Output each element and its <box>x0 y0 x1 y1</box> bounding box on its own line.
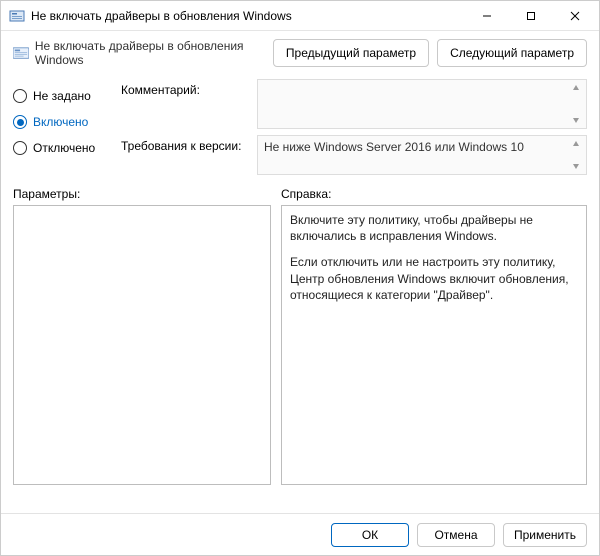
radio-label: Включено <box>33 115 88 129</box>
supported-value: Не ниже Windows Server 2016 или Windows … <box>264 140 524 154</box>
column-labels: Параметры: Справка: <box>1 183 599 205</box>
help-paragraph: Включите эту политику, чтобы драйверы не… <box>290 212 578 244</box>
scroll-up-icon[interactable] <box>570 138 582 150</box>
state-radios: Не задано Включено Отключено <box>13 79 113 175</box>
minimize-button[interactable] <box>465 2 509 30</box>
panes: Включите эту политику, чтобы драйверы не… <box>1 205 599 513</box>
supported-label: Требования к версии: <box>121 135 249 153</box>
options-label: Параметры: <box>13 187 281 201</box>
comment-row: Комментарий: <box>121 79 587 129</box>
radio-icon <box>13 141 27 155</box>
help-pane: Включите эту политику, чтобы драйверы не… <box>281 205 587 485</box>
help-label: Справка: <box>281 187 587 201</box>
window-title: Не включать драйверы в обновления Window… <box>31 9 465 23</box>
maximize-button[interactable] <box>509 2 553 30</box>
supported-spinners <box>570 136 584 174</box>
comment-input[interactable] <box>257 79 587 129</box>
comment-spinners <box>570 80 584 128</box>
next-setting-button[interactable]: Следующий параметр <box>437 39 587 67</box>
radio-icon <box>13 89 27 103</box>
close-button[interactable] <box>553 2 597 30</box>
fields: Комментарий: Требования к версии: Не ниж… <box>121 79 587 175</box>
supported-box: Не ниже Windows Server 2016 или Windows … <box>257 135 587 175</box>
supported-row: Требования к версии: Не ниже Windows Ser… <box>121 135 587 175</box>
cancel-button[interactable]: Отмена <box>417 523 495 547</box>
scroll-up-icon[interactable] <box>570 82 582 94</box>
header: Не включать драйверы в обновления Window… <box>1 31 599 79</box>
radio-enabled[interactable]: Включено <box>13 109 113 135</box>
apply-button[interactable]: Применить <box>503 523 587 547</box>
previous-setting-button[interactable]: Предыдущий параметр <box>273 39 429 67</box>
footer: ОК Отмена Применить <box>1 513 599 555</box>
policy-app-icon <box>9 8 25 24</box>
scroll-down-icon[interactable] <box>570 160 582 172</box>
radio-label: Не задано <box>33 89 91 103</box>
help-paragraph: Если отключить или не настроить эту поли… <box>290 254 578 303</box>
comment-label: Комментарий: <box>121 79 249 97</box>
radio-icon <box>13 115 27 129</box>
policy-editor-window: Не включать драйверы в обновления Window… <box>0 0 600 556</box>
radio-not-configured[interactable]: Не задано <box>13 83 113 109</box>
ok-button[interactable]: ОК <box>331 523 409 547</box>
titlebar: Не включать драйверы в обновления Window… <box>1 1 599 31</box>
policy-icon <box>13 45 29 61</box>
options-pane <box>13 205 271 485</box>
policy-subtitle: Не включать драйверы в обновления Window… <box>35 39 265 67</box>
scroll-down-icon[interactable] <box>570 114 582 126</box>
radio-disabled[interactable]: Отключено <box>13 135 113 161</box>
radio-label: Отключено <box>33 141 95 155</box>
header-left: Не включать драйверы в обновления Window… <box>13 39 265 67</box>
config-area: Не задано Включено Отключено Комментарий… <box>1 79 599 183</box>
